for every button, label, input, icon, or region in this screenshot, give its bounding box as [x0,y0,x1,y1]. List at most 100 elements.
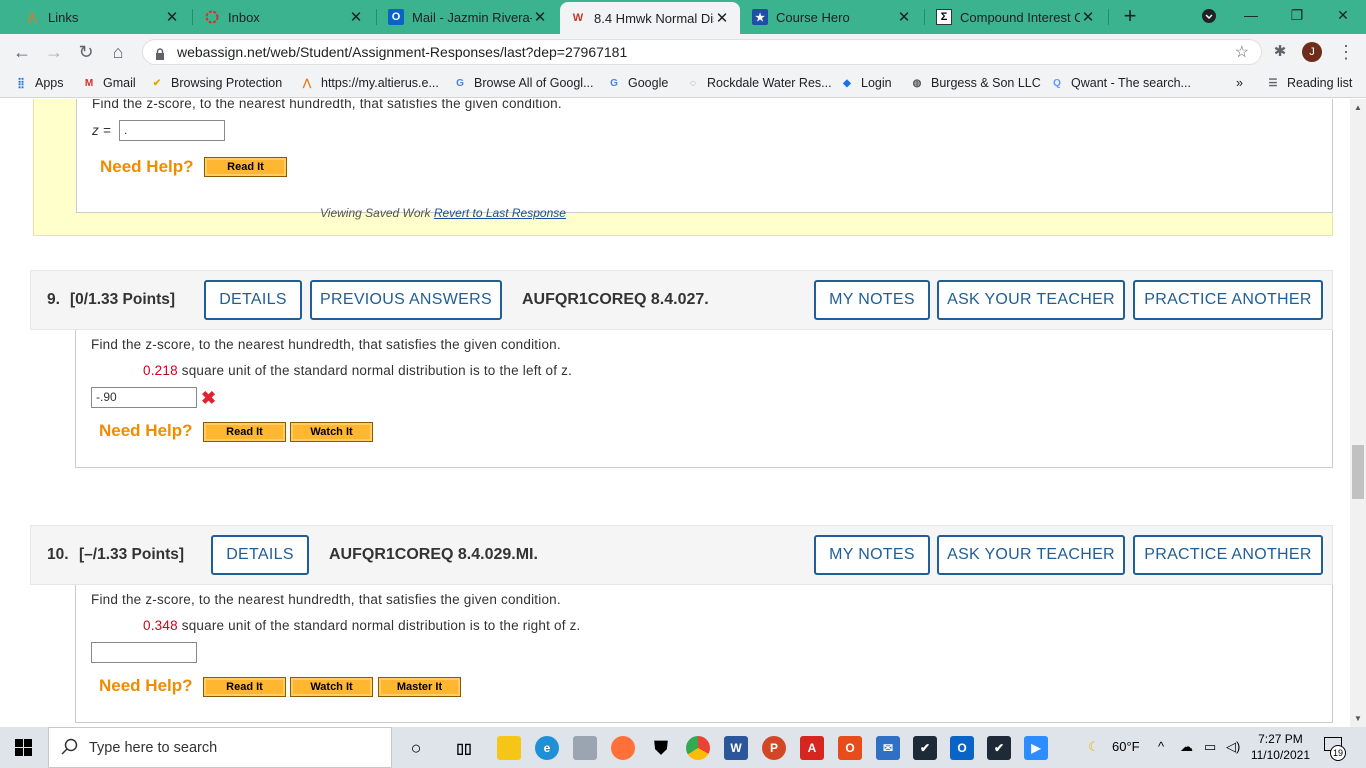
extensions-icon[interactable]: ✱ [1268,40,1292,64]
taskbar-search[interactable]: Type here to search [48,727,392,768]
q10-value: 0.348 [143,618,178,633]
bookmark-star-icon[interactable]: ☆ [1235,42,1249,62]
bookmark-rockdale[interactable]: ◌ Rockdale Water Res... [686,76,832,90]
q9-read-it-button[interactable]: Read It [203,422,286,442]
q9-watch-it-button[interactable]: Watch It [290,422,373,442]
q10-master-it-button[interactable]: Master It [378,677,461,697]
q10-details-button[interactable]: DETAILS [211,535,309,575]
q9-previous-answers-button[interactable]: PREVIOUS ANSWERS [310,280,502,320]
close-window-button[interactable]: ✕ [1320,4,1366,28]
weather-temp[interactable]: 60°F [1112,739,1140,754]
home-icon[interactable]: ⌂ [106,40,130,64]
tab-webassign[interactable]: W 8.4 Hmwk Normal Dist ✕ [560,2,740,34]
bookmark-burgess[interactable]: ◍ Burgess & Son LLC [910,76,1041,90]
q10-code: AUFQR1COREQ 8.4.029.MI. [329,546,538,563]
q10-need-help: Need Help? [99,676,193,695]
photos-icon[interactable] [573,736,597,760]
firefox-icon[interactable] [611,736,635,760]
close-tab-icon[interactable]: ✕ [532,8,548,26]
q8-z-input[interactable]: . [119,120,225,141]
checkmark-app-icon[interactable]: ✔ [913,736,937,760]
volume-icon[interactable]: ◁) [1226,739,1240,755]
checkmark-app-icon[interactable]: ✔ [987,736,1011,760]
bookmark-browsing-protection[interactable]: ✔ Browsing Protection [150,76,282,90]
tab-course-hero[interactable]: ★ Course Hero ✕ [742,0,922,34]
tab-search-icon[interactable] [1186,4,1232,28]
close-tab-icon[interactable]: ✕ [164,8,180,26]
close-tab-icon[interactable]: ✕ [896,8,912,26]
notifications-icon[interactable]: 19 [1324,737,1346,761]
revert-link[interactable]: Revert to Last Response [434,206,566,220]
new-tab-button[interactable]: + [1118,5,1142,29]
bookmarks-more[interactable]: » [1236,76,1243,90]
notification-count: 19 [1330,745,1346,761]
bookmark-altierus[interactable]: ⋀ https://my.altierus.e... [300,76,439,90]
back-icon[interactable]: ← [10,40,34,64]
q9-details-button[interactable]: DETAILS [204,280,302,320]
mail-icon[interactable]: ✉ [876,736,900,760]
q10-read-it-button[interactable]: Read It [203,677,286,697]
q9-prompt: Find the z-score, to the nearest hundred… [91,337,561,352]
word-icon[interactable]: W [724,736,748,760]
bookmark-qwant[interactable]: Q Qwant - The search... [1050,76,1191,90]
scrollbar-thumb[interactable] [1352,445,1364,499]
bookmark-login[interactable]: ◆ Login [840,76,891,90]
avatar[interactable]: J [1302,42,1322,62]
q8-z-label: z = [92,123,111,138]
q9-my-notes-button[interactable]: MY NOTES [814,280,930,320]
q10-answer-input[interactable] [91,642,197,663]
cortana-icon[interactable]: ○ [404,736,428,760]
menu-icon[interactable]: ⋮ [1334,40,1358,64]
reading-list[interactable]: ☰ Reading list [1266,76,1353,90]
q10-practice-another-button[interactable]: PRACTICE ANOTHER [1133,535,1323,575]
show-hidden-icons[interactable]: ^ [1158,739,1164,754]
restore-button[interactable]: ❐ [1274,4,1320,28]
shield-icon[interactable]: ⛊ [649,736,673,760]
minimize-button[interactable]: — [1228,4,1274,28]
forward-icon[interactable]: → [42,40,66,64]
tab-mail[interactable]: O Mail - Jazmin Rivera-S ✕ [378,0,558,34]
q9-ask-teacher-button[interactable]: ASK YOUR TEACHER [937,280,1125,320]
outlook-icon: O [388,9,404,25]
page-scrollbar[interactable]: ▲ ▼ [1350,99,1366,727]
zoom-icon[interactable]: ▶ [1024,736,1048,760]
office-icon[interactable]: O [838,736,862,760]
taskbar-clock[interactable]: 7:27 PM 11/10/2021 [1251,731,1310,763]
chrome-icon[interactable] [686,736,710,760]
login-icon: ◆ [843,77,851,89]
tab-links[interactable]: ⋀ Links ✕ [14,0,190,34]
scroll-down-icon[interactable]: ▼ [1354,714,1362,723]
q10-number: 10. [47,546,69,563]
bookmark-google[interactable]: G Google [607,76,668,90]
scroll-up-icon[interactable]: ▲ [1354,103,1362,112]
close-tab-icon[interactable]: ✕ [1080,8,1096,26]
tab-inbox[interactable]: Inbox ✕ [194,0,374,34]
outlook-icon[interactable]: O [950,736,974,760]
q10-my-notes-button[interactable]: MY NOTES [814,535,930,575]
q10-ask-teacher-button[interactable]: ASK YOUR TEACHER [937,535,1125,575]
acrobat-icon[interactable]: A [800,736,824,760]
close-tab-icon[interactable]: ✕ [714,9,730,27]
task-view-icon[interactable]: ▯▯ [452,736,476,760]
address-bar[interactable]: webassign.net/web/Student/Assignment-Res… [142,39,1262,65]
close-tab-icon[interactable]: ✕ [348,8,364,26]
q9-value: 0.218 [143,363,178,378]
file-explorer-icon[interactable] [497,736,521,760]
windows-start-icon[interactable] [15,739,32,761]
tab-separator [1108,9,1109,25]
tab-compound-interest[interactable]: Σ Compound Interest Ca ✕ [926,0,1106,34]
bookmark-browse-google[interactable]: G Browse All of Googl... [453,76,593,90]
q8-read-it-button[interactable]: Read It [204,157,287,177]
reload-icon[interactable]: ↻ [74,40,98,64]
bookmark-apps[interactable]: ⣿ Apps [14,76,63,90]
q9-answer-input[interactable]: -.90 [91,387,197,408]
bookmark-gmail[interactable]: M Gmail [82,76,136,90]
powerpoint-icon[interactable]: P [762,736,786,760]
edge-icon[interactable]: e [535,736,559,760]
onedrive-icon[interactable]: ☁ [1180,739,1193,755]
qwant-icon: Q [1053,77,1061,89]
q9-practice-another-button[interactable]: PRACTICE ANOTHER [1133,280,1323,320]
q9-points: [0/1.33 Points] [70,291,176,308]
battery-icon[interactable]: ▭ [1204,739,1216,755]
q10-watch-it-button[interactable]: Watch It [290,677,373,697]
